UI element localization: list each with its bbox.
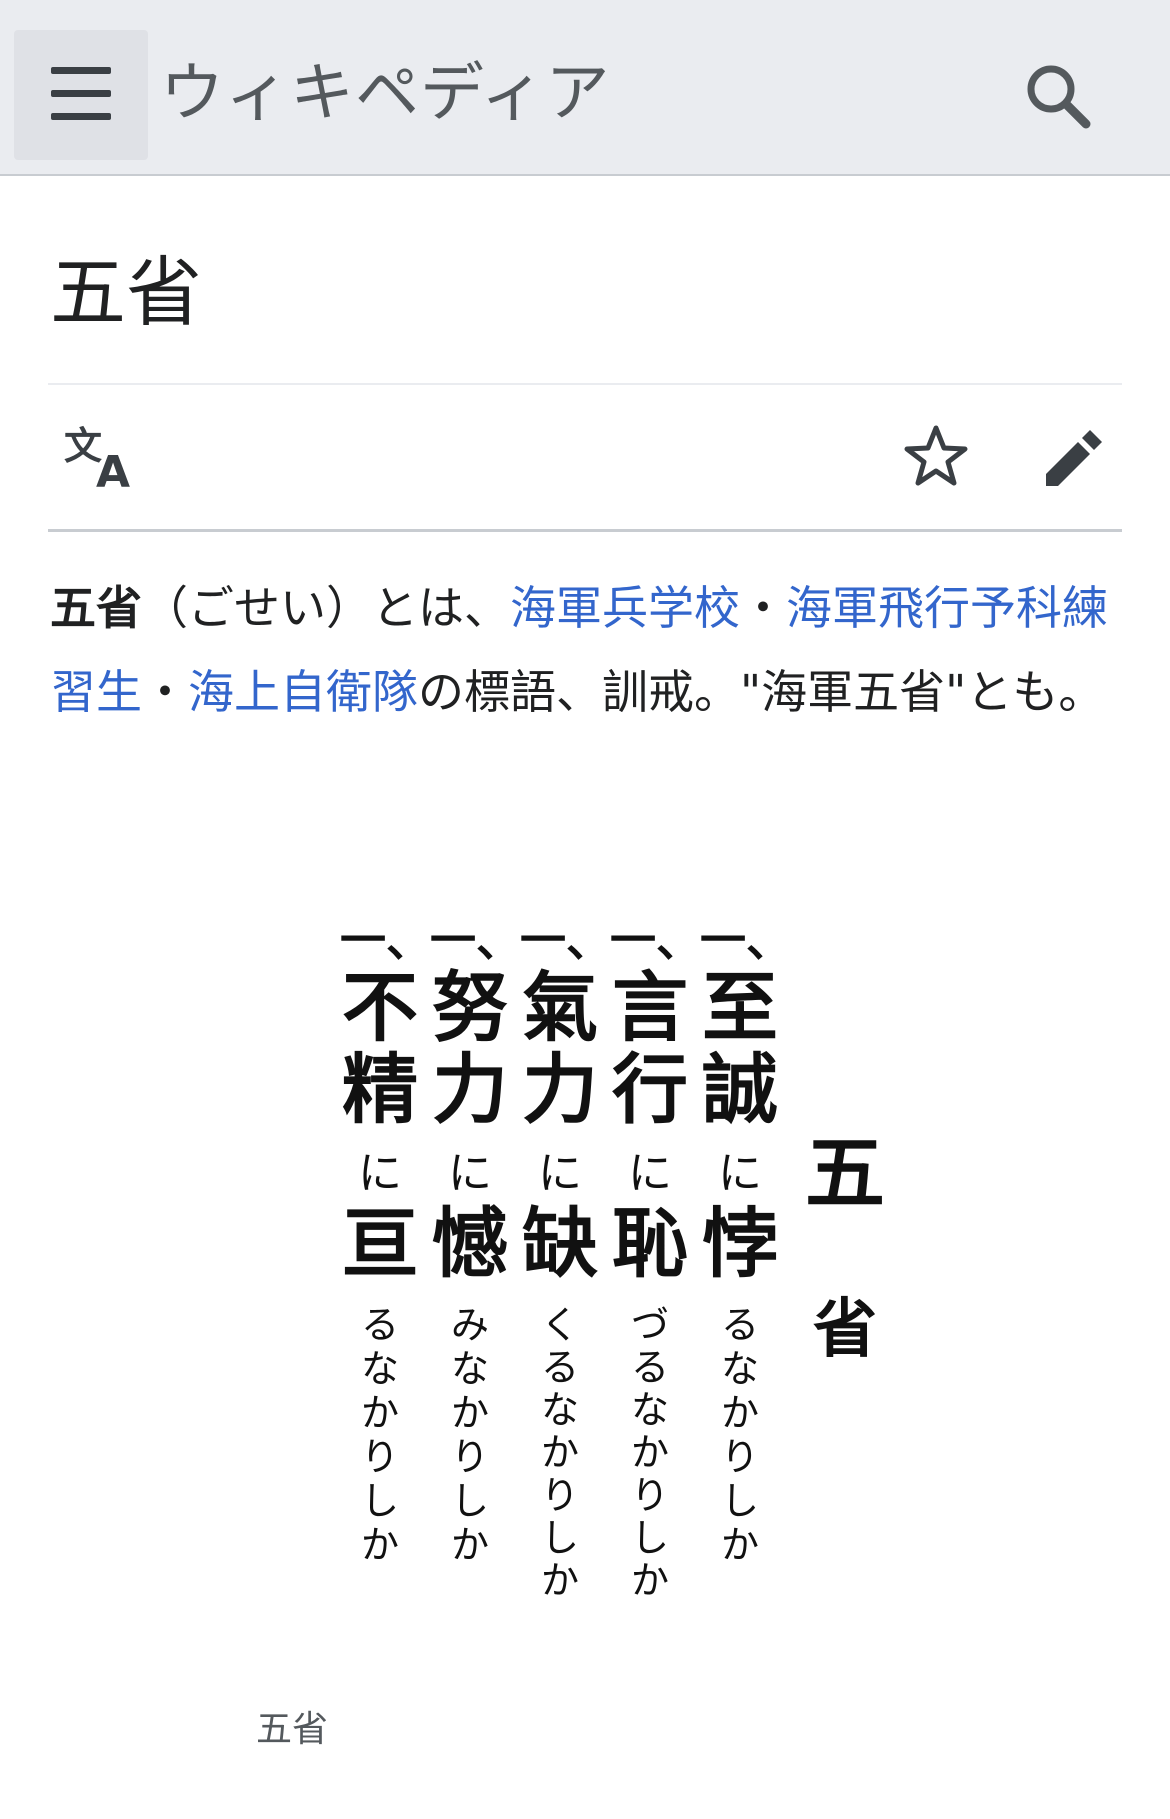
column-small-char: か — [361, 1391, 399, 1435]
heading-char: 五 — [805, 1126, 885, 1220]
intro-paragraph: 五省（ごせい）とは、海軍兵学校・海軍飛行予科練習生・海上自衛隊の標語、訓戒。"海… — [50, 566, 1130, 734]
column-small-char: か — [361, 1523, 399, 1567]
hamburger-menu-icon — [51, 67, 111, 74]
svg-text:A: A — [96, 447, 130, 491]
column-small-char: り — [721, 1435, 759, 1479]
column-small-char: し — [721, 1479, 759, 1523]
column-big-char: 悖 — [702, 1199, 778, 1288]
watch-star-button[interactable] — [902, 422, 970, 490]
column-small-char: る — [721, 1303, 759, 1347]
column-small-char: な — [541, 1388, 579, 1432]
column-small-char: に — [538, 1148, 582, 1199]
search-button[interactable] — [1018, 56, 1098, 136]
site-wordmark[interactable]: ウィキペディア — [160, 56, 611, 132]
column-small-char: く — [541, 1303, 579, 1347]
main-menu-button[interactable] — [14, 30, 148, 160]
column-small-char: に — [628, 1148, 672, 1199]
column-small-char: る — [541, 1346, 579, 1390]
column-small-char: る — [631, 1346, 669, 1390]
intro-text-1: （ごせい）とは、 — [142, 581, 510, 635]
column-big-char: 誠 — [702, 1045, 778, 1134]
column-big-char: 力 — [432, 1045, 508, 1134]
language-icon: 文 A — [64, 424, 130, 498]
column-big-char: 不 — [342, 963, 418, 1052]
column-small-char: し — [631, 1516, 669, 1560]
column-big-char: 憾 — [432, 1199, 508, 1288]
column-small-char: づ — [631, 1303, 669, 1347]
column-small-char: な — [451, 1347, 489, 1391]
column-mark: 一、 — [520, 913, 612, 967]
language-button[interactable]: 文 A — [62, 424, 140, 498]
column-small-char: な — [721, 1347, 759, 1391]
column-big-char: 行 — [612, 1045, 688, 1134]
separator-1: ・ — [740, 581, 786, 635]
gosei-calligraphy-image[interactable]: 五省一、至誠に悖るなかりしか一、言行に恥づるなかりしか一、氣力に缺くるなかりしか… — [285, 896, 925, 1656]
column-small-char: な — [631, 1388, 669, 1432]
column-small-char: り — [541, 1473, 579, 1517]
actions-divider — [48, 529, 1122, 532]
column-small-char: か — [631, 1558, 669, 1602]
column-big-char: 言 — [612, 963, 688, 1052]
column-small-char: り — [451, 1435, 489, 1479]
column-small-char: し — [451, 1479, 489, 1523]
page-title: 五省 — [50, 248, 202, 337]
calligraphy-svg: 五省一、至誠に悖るなかりしか一、言行に恥づるなかりしか一、氣力に缺くるなかりしか… — [340, 913, 885, 1602]
column-big-char: 力 — [522, 1045, 598, 1134]
search-icon — [1027, 65, 1091, 129]
column-small-char: に — [448, 1148, 492, 1199]
column-small-char: み — [451, 1303, 489, 1347]
separator-2: ・ — [142, 665, 188, 719]
column-small-char: な — [361, 1347, 399, 1391]
intro-text-2: の標語、訓戒。"海軍五省"とも。 — [418, 665, 1105, 719]
hamburger-menu-icon-bar — [51, 90, 111, 97]
top-bar: ウィキペディア — [0, 0, 1170, 176]
link-jmsdf[interactable]: 海上自衛隊 — [188, 665, 418, 719]
figure-caption: 五省 — [256, 1709, 329, 1750]
column-mark: 一、 — [430, 913, 522, 967]
column-mark: 一、 — [700, 913, 792, 967]
column-small-char: し — [541, 1516, 579, 1560]
column-big-char: 至 — [702, 963, 778, 1052]
pencil-icon — [1046, 430, 1102, 486]
column-small-char: か — [631, 1431, 669, 1475]
column-mark: 一、 — [340, 913, 432, 967]
column-big-char: 恥 — [612, 1199, 688, 1288]
column-big-char: 缺 — [522, 1199, 598, 1288]
hamburger-menu-icon-bar — [51, 113, 111, 120]
star-icon — [904, 425, 968, 486]
column-small-char: る — [361, 1303, 399, 1347]
column-small-char: り — [361, 1435, 399, 1479]
column-big-char: 氣 — [522, 963, 598, 1052]
column-small-char: り — [631, 1473, 669, 1517]
column-big-char: 精 — [342, 1045, 418, 1134]
column-mark: 一、 — [610, 913, 702, 967]
column-small-char: か — [451, 1391, 489, 1435]
link-naval-academy[interactable]: 海軍兵学校 — [510, 581, 740, 635]
edit-button[interactable] — [1040, 424, 1108, 492]
column-big-char: 亘 — [342, 1199, 418, 1288]
bold-term: 五省 — [50, 581, 142, 635]
column-small-char: に — [358, 1148, 402, 1199]
column-small-char: か — [721, 1523, 759, 1567]
heading-char: 省 — [813, 1292, 877, 1367]
column-small-char: か — [721, 1391, 759, 1435]
column-small-char: か — [541, 1558, 579, 1602]
column-small-char: に — [718, 1148, 762, 1199]
column-small-char: か — [541, 1431, 579, 1475]
column-small-char: か — [451, 1523, 489, 1567]
column-big-char: 努 — [432, 963, 508, 1052]
column-small-char: し — [361, 1479, 399, 1523]
title-divider — [48, 383, 1122, 385]
